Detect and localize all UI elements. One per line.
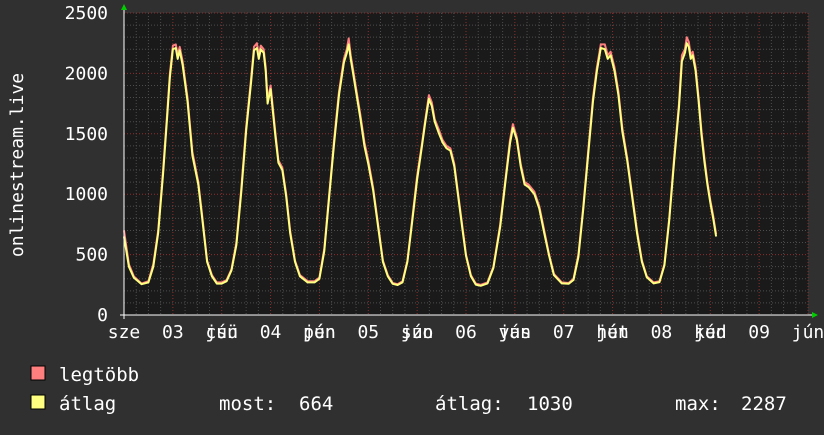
y-tick-label: 2500 xyxy=(65,3,108,24)
stat-max-label: max: xyxy=(675,393,721,415)
x-tick-label: sze xyxy=(108,322,141,343)
chart-container: 0 500 1000 1500 2000 2500 sze 03 jún csü 04 jún pén… xyxy=(0,0,824,430)
x-tick-label: 07 xyxy=(553,322,575,343)
stat-max-value: 2287 xyxy=(741,393,787,415)
x-tick-label: 09 xyxy=(748,322,770,343)
chart-canvas: 05001000150020002500 sze 03 júncsü 04 júnpén… xyxy=(0,0,824,430)
legend-label-legtobb: legtöbb xyxy=(59,364,139,386)
stat-most-value: 664 xyxy=(299,393,333,415)
legend-label-atlag: átlag xyxy=(59,393,116,415)
legend-swatch-atlag xyxy=(30,394,46,410)
stat-atlag-value: 1030 xyxy=(527,393,573,415)
y-tick-label: 0 xyxy=(97,305,108,326)
stat-most: most: 664 xyxy=(219,393,333,415)
x-tick-label: szo xyxy=(401,322,434,343)
stat-most-label: most: xyxy=(219,393,276,415)
y-tick-label: 1000 xyxy=(65,184,108,205)
y-tick-label: 500 xyxy=(75,245,108,266)
y-tick-label: 1500 xyxy=(65,124,108,145)
x-tick-label: jún xyxy=(792,322,824,343)
x-tick-label: csü xyxy=(205,322,238,343)
x-tick-label: 05 xyxy=(357,322,379,343)
x-tick-label: hét xyxy=(596,322,629,343)
stat-atlag-label: átlag: xyxy=(435,393,504,415)
x-tick-label: vas xyxy=(499,322,532,343)
x-tick-label: 04 xyxy=(260,322,282,343)
legend-swatch-legtobb xyxy=(30,365,46,381)
x-tick-labels: sze 03 júncsü 04 júnpén 05 júnszo 06 júnvas 07 jún… xyxy=(108,322,824,343)
x-tick-label: 08 xyxy=(651,322,673,343)
y-tick-label: 2000 xyxy=(65,63,108,84)
x-tick-label: 06 xyxy=(455,322,477,343)
x-tick-label: pén xyxy=(303,322,336,343)
x-tick-label: ked xyxy=(694,322,727,343)
y-axis-label: onlinestream.live xyxy=(7,73,28,257)
x-tick-label: 03 xyxy=(162,322,184,343)
